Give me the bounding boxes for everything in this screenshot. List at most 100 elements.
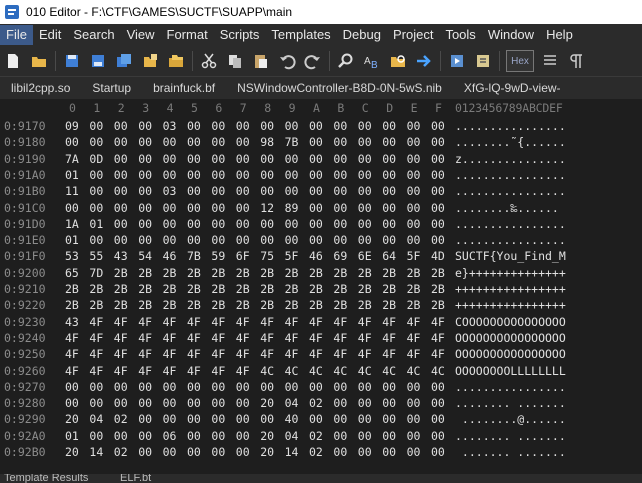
hex-byte[interactable]: 00 bbox=[187, 412, 201, 426]
hex-byte[interactable]: 00 bbox=[358, 233, 372, 247]
hex-byte[interactable]: 54 bbox=[138, 249, 152, 263]
hex-byte[interactable]: 4F bbox=[285, 315, 299, 329]
hex-byte[interactable]: 00 bbox=[236, 201, 250, 215]
hex-byte[interactable]: 2B bbox=[114, 298, 128, 312]
hex-byte[interactable]: 00 bbox=[431, 429, 445, 443]
hex-byte[interactable]: 4F bbox=[163, 331, 177, 345]
hex-byte[interactable]: 00 bbox=[333, 168, 347, 182]
hex-byte[interactable]: 00 bbox=[431, 380, 445, 394]
hex-byte[interactable]: 00 bbox=[260, 168, 274, 182]
hex-byte[interactable]: 4F bbox=[138, 315, 152, 329]
hex-byte[interactable]: 00 bbox=[309, 184, 323, 198]
hex-byte[interactable]: 00 bbox=[187, 233, 201, 247]
hex-byte[interactable]: 4F bbox=[309, 331, 323, 345]
hex-byte[interactable]: 4F bbox=[187, 364, 201, 378]
file-tab[interactable]: brainfuck.bf bbox=[142, 77, 226, 99]
hex-byte[interactable]: 00 bbox=[89, 119, 103, 133]
hex-byte[interactable]: 00 bbox=[138, 445, 152, 459]
hex-byte[interactable]: 2B bbox=[358, 282, 372, 296]
file-tab[interactable]: NSWindowController-B8D-0N-5wS.nib bbox=[226, 77, 453, 99]
hex-byte[interactable]: 00 bbox=[236, 152, 250, 166]
hex-byte[interactable]: 2B bbox=[309, 298, 323, 312]
menu-scripts[interactable]: Scripts bbox=[214, 25, 266, 45]
hex-byte[interactable]: 02 bbox=[309, 396, 323, 410]
hex-byte[interactable]: 00 bbox=[382, 135, 396, 149]
hex-byte[interactable]: 5F bbox=[285, 249, 299, 263]
hex-byte[interactable]: 00 bbox=[236, 168, 250, 182]
hex-byte[interactable]: 00 bbox=[285, 184, 299, 198]
hex-byte[interactable]: 2B bbox=[211, 282, 225, 296]
menu-file[interactable]: File bbox=[0, 25, 33, 45]
copy-icon[interactable] bbox=[224, 50, 246, 72]
hex-byte[interactable]: 02 bbox=[114, 445, 128, 459]
ascii-row[interactable]: ++++++++++++++++ bbox=[455, 282, 566, 296]
hex-byte[interactable]: 00 bbox=[89, 201, 103, 215]
replace-icon[interactable]: AB bbox=[361, 50, 383, 72]
hex-byte[interactable]: 00 bbox=[382, 380, 396, 394]
hex-byte[interactable]: 4C bbox=[431, 364, 445, 378]
hex-byte[interactable]: 2B bbox=[382, 266, 396, 280]
hex-byte[interactable]: 00 bbox=[114, 380, 128, 394]
hex-byte[interactable]: 00 bbox=[358, 152, 372, 166]
hex-byte[interactable]: 00 bbox=[333, 201, 347, 215]
hex-byte[interactable]: 00 bbox=[211, 119, 225, 133]
ascii-row[interactable]: ................ bbox=[455, 168, 566, 182]
hex-byte[interactable]: 2B bbox=[358, 298, 372, 312]
hex-byte[interactable]: 00 bbox=[285, 152, 299, 166]
ascii-row[interactable]: z............... bbox=[455, 152, 566, 166]
hex-byte[interactable]: 43 bbox=[114, 249, 128, 263]
hex-byte[interactable]: 00 bbox=[163, 396, 177, 410]
hex-byte[interactable]: 00 bbox=[163, 217, 177, 231]
hex-byte[interactable]: 2B bbox=[114, 266, 128, 280]
hex-byte[interactable]: 00 bbox=[431, 184, 445, 198]
hex-byte[interactable]: 2B bbox=[260, 298, 274, 312]
hex-byte[interactable]: 00 bbox=[138, 217, 152, 231]
hex-byte[interactable]: 2B bbox=[382, 298, 396, 312]
hex-byte[interactable]: 4C bbox=[407, 364, 421, 378]
hex-byte[interactable]: 00 bbox=[382, 184, 396, 198]
hex-byte[interactable]: 00 bbox=[333, 412, 347, 426]
menu-search[interactable]: Search bbox=[67, 25, 120, 45]
hex-byte[interactable]: 4F bbox=[163, 364, 177, 378]
hex-byte[interactable]: 00 bbox=[211, 152, 225, 166]
hex-byte[interactable]: 4F bbox=[431, 315, 445, 329]
hex-byte[interactable]: 00 bbox=[407, 152, 421, 166]
hex-byte[interactable]: 00 bbox=[431, 152, 445, 166]
ascii-row[interactable]: SUCTF{You_Find_M bbox=[455, 249, 566, 263]
hex-byte[interactable]: 00 bbox=[138, 168, 152, 182]
hex-byte[interactable]: 09 bbox=[65, 119, 79, 133]
hex-byte[interactable]: 01 bbox=[65, 429, 79, 443]
hex-byte[interactable]: 2B bbox=[89, 282, 103, 296]
hex-byte[interactable]: 00 bbox=[358, 396, 372, 410]
hex-byte[interactable]: 2B bbox=[285, 266, 299, 280]
hex-byte[interactable]: 00 bbox=[333, 445, 347, 459]
hex-byte[interactable]: 6E bbox=[358, 249, 372, 263]
hex-byte[interactable]: 00 bbox=[309, 135, 323, 149]
hex-byte[interactable]: 00 bbox=[236, 412, 250, 426]
hex-byte[interactable]: 46 bbox=[163, 249, 177, 263]
hex-byte[interactable]: 55 bbox=[89, 249, 103, 263]
hex-byte[interactable]: 4F bbox=[260, 331, 274, 345]
close-file-icon[interactable] bbox=[139, 50, 161, 72]
hex-byte[interactable]: 00 bbox=[285, 380, 299, 394]
hex-byte[interactable]: 00 bbox=[285, 168, 299, 182]
hex-byte[interactable]: 00 bbox=[138, 201, 152, 215]
hex-byte[interactable]: 4F bbox=[333, 331, 347, 345]
hex-byte[interactable]: 00 bbox=[333, 396, 347, 410]
hex-byte[interactable]: 00 bbox=[309, 168, 323, 182]
hex-byte[interactable]: 00 bbox=[260, 152, 274, 166]
menu-view[interactable]: View bbox=[121, 25, 161, 45]
hex-byte[interactable]: 00 bbox=[187, 201, 201, 215]
hex-byte[interactable]: 4F bbox=[138, 364, 152, 378]
hex-byte[interactable]: 2B bbox=[138, 266, 152, 280]
hex-byte[interactable]: 04 bbox=[89, 412, 103, 426]
goto-arrow-icon[interactable] bbox=[413, 50, 435, 72]
hex-byte[interactable]: 20 bbox=[65, 445, 79, 459]
hex-byte[interactable]: 00 bbox=[333, 380, 347, 394]
ascii-row[interactable]: COOOOOOOOOOOOOOO bbox=[455, 315, 566, 329]
hex-byte[interactable]: 2B bbox=[407, 266, 421, 280]
hex-byte[interactable]: 00 bbox=[114, 201, 128, 215]
hex-byte[interactable]: 00 bbox=[358, 217, 372, 231]
hex-byte[interactable]: 00 bbox=[407, 201, 421, 215]
hex-byte[interactable]: 00 bbox=[309, 217, 323, 231]
